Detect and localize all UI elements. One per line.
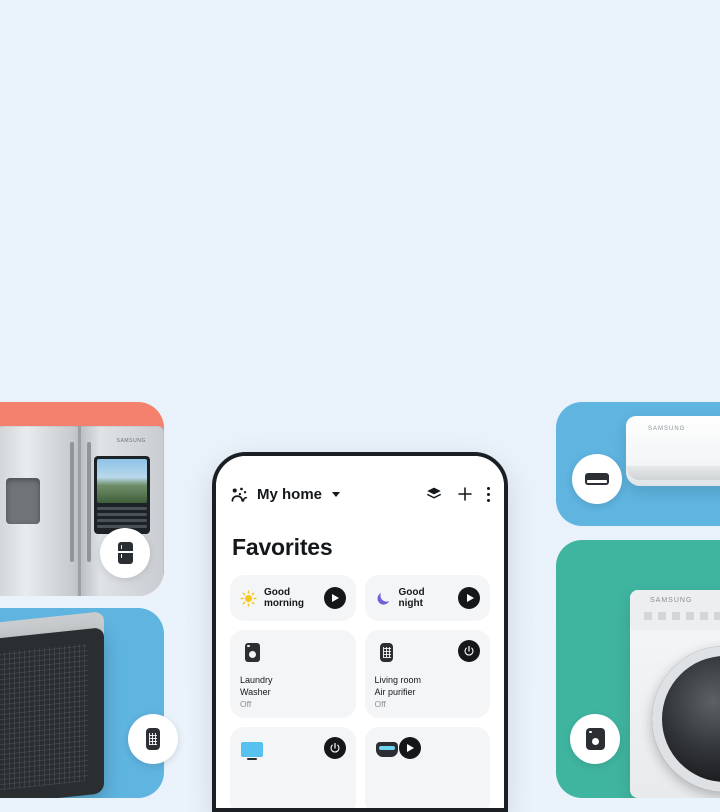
device-card-text <box>240 805 346 806</box>
washer-control-panel: SAMSUNG <box>630 590 720 630</box>
app-bar-left[interactable]: My home <box>230 485 341 504</box>
washer-knobs <box>644 612 720 620</box>
smartthings-app-screen: My home Favorites Good morning Good nigh… <box>216 456 504 808</box>
device-room-label: Laundry <box>240 674 273 685</box>
air-conditioner-vent <box>626 466 720 480</box>
device-card-header <box>240 640 346 664</box>
moon-icon <box>375 590 392 607</box>
scene-label-good-night: Good night <box>398 586 425 610</box>
refrigerator-handle-right <box>86 442 91 562</box>
robot-vacuum-icon <box>375 737 399 761</box>
scene-card-good-morning[interactable]: Good morning <box>230 575 356 621</box>
chevron-down-icon[interactable] <box>332 491 341 497</box>
product-tile-air-dresser <box>0 608 164 798</box>
smartthings-home-icon <box>230 485 249 504</box>
refrigerator-handle-left <box>69 442 74 562</box>
device-card-text: Laundry Washer Off <box>240 674 346 709</box>
device-badge-air-dresser <box>128 714 178 764</box>
air-dresser-icon <box>146 728 160 750</box>
refrigerator-family-hub-screen <box>94 456 150 534</box>
device-card-tv[interactable] <box>230 727 356 808</box>
air-purifier-icon <box>375 640 399 664</box>
washer-brand-logo: SAMSUNG <box>650 597 693 604</box>
scene-play-button-good-night[interactable] <box>458 587 480 609</box>
phone-mockup: My home Favorites Good morning Good nigh… <box>212 452 508 812</box>
power-button[interactable] <box>323 737 346 759</box>
device-name-label: Air purifier <box>374 686 416 697</box>
scene-card-good-night[interactable]: Good night <box>364 575 490 621</box>
device-badge-refrigerator <box>100 528 150 578</box>
device-card-header <box>375 640 480 664</box>
home-name-label: My home <box>257 485 323 503</box>
add-icon[interactable] <box>456 485 474 503</box>
washer-icon <box>585 728 605 750</box>
refrigerator-door-split <box>78 426 82 596</box>
device-card-text <box>375 805 481 806</box>
play-icon <box>466 594 474 602</box>
washer-illustration: SAMSUNG <box>630 590 720 798</box>
app-bar: My home <box>230 456 490 522</box>
refrigerator-icon <box>117 542 133 564</box>
layers-icon[interactable] <box>425 485 443 503</box>
family-hub-widgets <box>97 507 147 528</box>
device-card-header <box>240 737 346 761</box>
device-status-label: Off <box>374 699 386 709</box>
device-badge-air-conditioner <box>572 454 622 504</box>
tv-icon <box>240 737 264 761</box>
device-card-text: Living room Air purifier Off <box>375 674 481 709</box>
air-conditioner-brand-logo: SAMSUNG <box>648 426 686 432</box>
device-card-robot-vacuum[interactable] <box>364 727 490 808</box>
more-options-icon[interactable] <box>487 486 490 502</box>
sun-icon <box>240 589 257 607</box>
play-icon <box>332 594 339 602</box>
power-button[interactable] <box>458 640 480 662</box>
device-card-washer[interactable]: Laundry Washer Off <box>230 630 356 718</box>
refrigerator-brand-logo: SAMSUNG <box>116 438 146 444</box>
device-play-button[interactable] <box>398 737 421 759</box>
favorites-grid: Good morning Good night Laundry Washer O… <box>230 575 490 808</box>
scene-play-button-good-morning[interactable] <box>323 587 346 609</box>
device-name-label: Washer <box>240 686 271 697</box>
app-bar-actions <box>425 485 490 503</box>
air-conditioner-icon <box>585 473 609 485</box>
device-card-header <box>375 737 481 761</box>
scene-label-good-morning: Good morning <box>264 586 304 610</box>
air-dresser-mesh <box>0 642 88 796</box>
device-status-label: Off <box>240 699 252 709</box>
device-room-label: Living room <box>374 674 422 685</box>
page-background: SAMSUNG SAMSUNG SAMSUNG My home Favorite… <box>0 0 720 812</box>
device-badge-washer <box>570 714 620 764</box>
air-conditioner-illustration: SAMSUNG <box>626 416 720 486</box>
family-hub-photo <box>97 459 147 503</box>
washer-door <box>652 646 720 792</box>
page-title: Favorites <box>232 534 333 560</box>
device-card-air-purifier[interactable]: Living room Air purifier Off <box>364 630 490 718</box>
refrigerator-water-dispenser <box>6 478 40 524</box>
play-icon <box>407 744 414 752</box>
washer-icon <box>240 640 264 664</box>
